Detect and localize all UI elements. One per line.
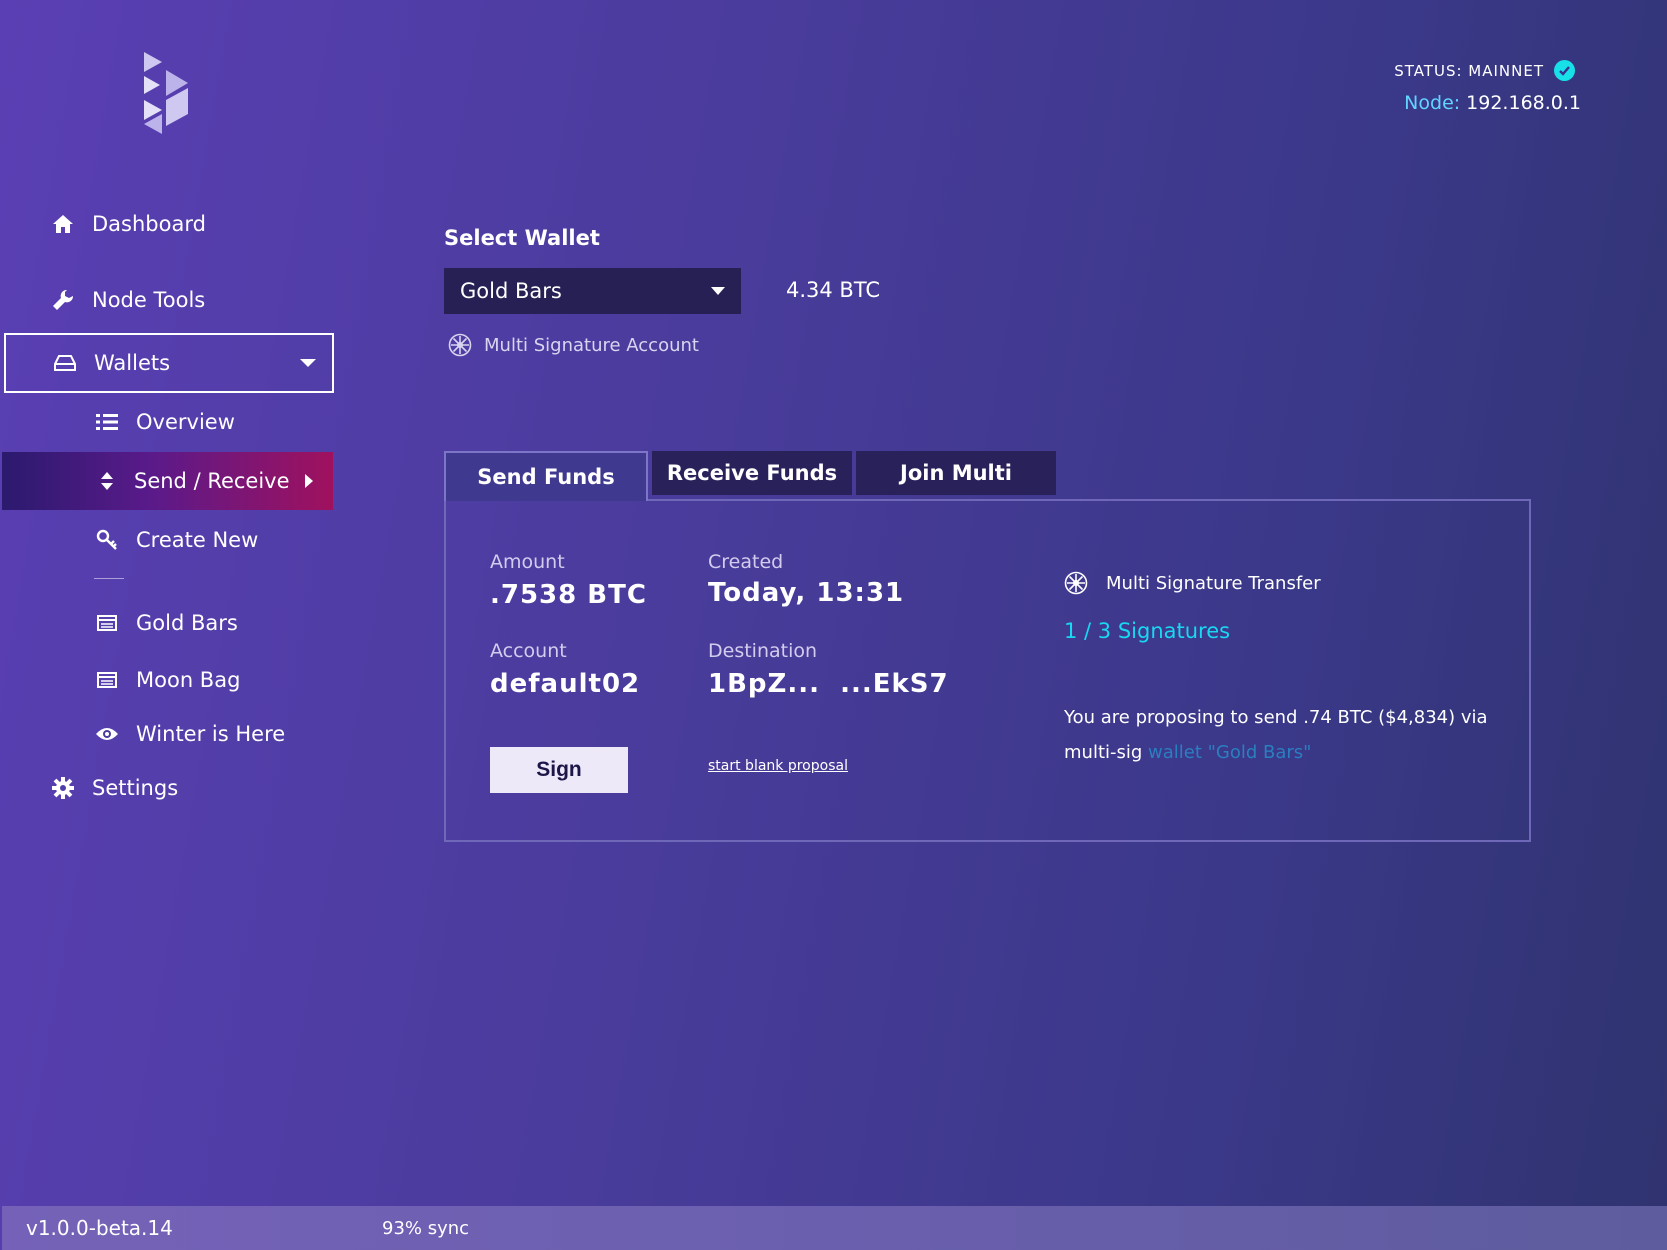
network-status-label: STATUS: MAINNET [1394, 61, 1544, 80]
chevron-right-icon [305, 474, 313, 488]
chevron-down-icon [711, 287, 725, 295]
wallet-balance: 4.34 BTC [786, 278, 881, 302]
key-icon [94, 527, 120, 553]
app-logo [144, 52, 188, 134]
wallet-dropdown-value: Gold Bars [460, 279, 562, 303]
select-wallet-heading: Select Wallet [444, 226, 600, 250]
wallet-dropdown[interactable]: Gold Bars [444, 268, 741, 314]
sidebar-item-label: Overview [136, 410, 235, 434]
multisig-emblem-icon [448, 333, 472, 357]
sidebar-item-node-tools[interactable]: Node Tools [50, 287, 205, 313]
send-funds-panel [444, 499, 1531, 842]
list-icon [94, 409, 120, 435]
sidebar-wallet-gold-bars[interactable]: Gold Bars [94, 610, 238, 636]
sidebar-item-settings[interactable]: Settings [50, 775, 178, 801]
sidebar-divider [94, 578, 124, 579]
gear-icon [50, 775, 76, 801]
wrench-icon [50, 287, 76, 313]
tab-send-funds[interactable]: Send Funds [444, 451, 648, 501]
sidebar-item-label: Node Tools [92, 288, 206, 312]
sidebar-item-label: Send / Receive [134, 469, 290, 493]
chevron-down-icon [300, 359, 316, 367]
sidebar-item-label: Moon Bag [136, 668, 241, 692]
sidebar-item-overview[interactable]: Overview [94, 409, 235, 435]
app-version: v1.0.0-beta.14 [26, 1216, 173, 1240]
sidebar-wallet-winter-is-here[interactable]: Winter is Here [94, 721, 285, 747]
sidebar-item-label: Wallets [94, 351, 171, 375]
account-type-label: Multi Signature Account [484, 334, 699, 356]
node-address: Node: 192.168.0.1 [1404, 92, 1581, 114]
tab-receive-funds[interactable]: Receive Funds [652, 451, 852, 495]
status-bar: v1.0.0-beta.14 93% sync [2, 1206, 1667, 1250]
eye-icon [94, 721, 120, 747]
sidebar-item-wallets[interactable]: Wallets [4, 333, 334, 393]
sync-progress: 93% sync [382, 1217, 470, 1239]
sidebar-item-dashboard[interactable]: Dashboard [50, 211, 206, 237]
wallet-card-icon [94, 667, 120, 693]
sidebar-item-label: Dashboard [92, 212, 206, 236]
node-label: Node: [1404, 92, 1461, 114]
sidebar-item-send-receive[interactable]: Send / Receive [2, 452, 333, 510]
home-icon [50, 211, 76, 237]
node-value: 192.168.0.1 [1466, 92, 1581, 114]
tab-join-multi[interactable]: Join Multi [856, 451, 1056, 495]
sidebar-wallet-moon-bag[interactable]: Moon Bag [94, 667, 240, 693]
account-type: Multi Signature Account [448, 333, 699, 357]
wallet-drive-icon [52, 350, 78, 376]
sidebar-item-label: Create New [136, 528, 259, 552]
check-circle-icon [1554, 60, 1575, 81]
sidebar-item-label: Winter is Here [136, 722, 286, 746]
sidebar-item-label: Gold Bars [136, 611, 238, 635]
wallet-card-icon [94, 610, 120, 636]
sort-arrows-icon [94, 468, 120, 494]
sidebar-item-label: Settings [92, 776, 179, 800]
sidebar-item-create-new[interactable]: Create New [94, 527, 258, 553]
network-status: STATUS: MAINNET [1394, 60, 1575, 81]
